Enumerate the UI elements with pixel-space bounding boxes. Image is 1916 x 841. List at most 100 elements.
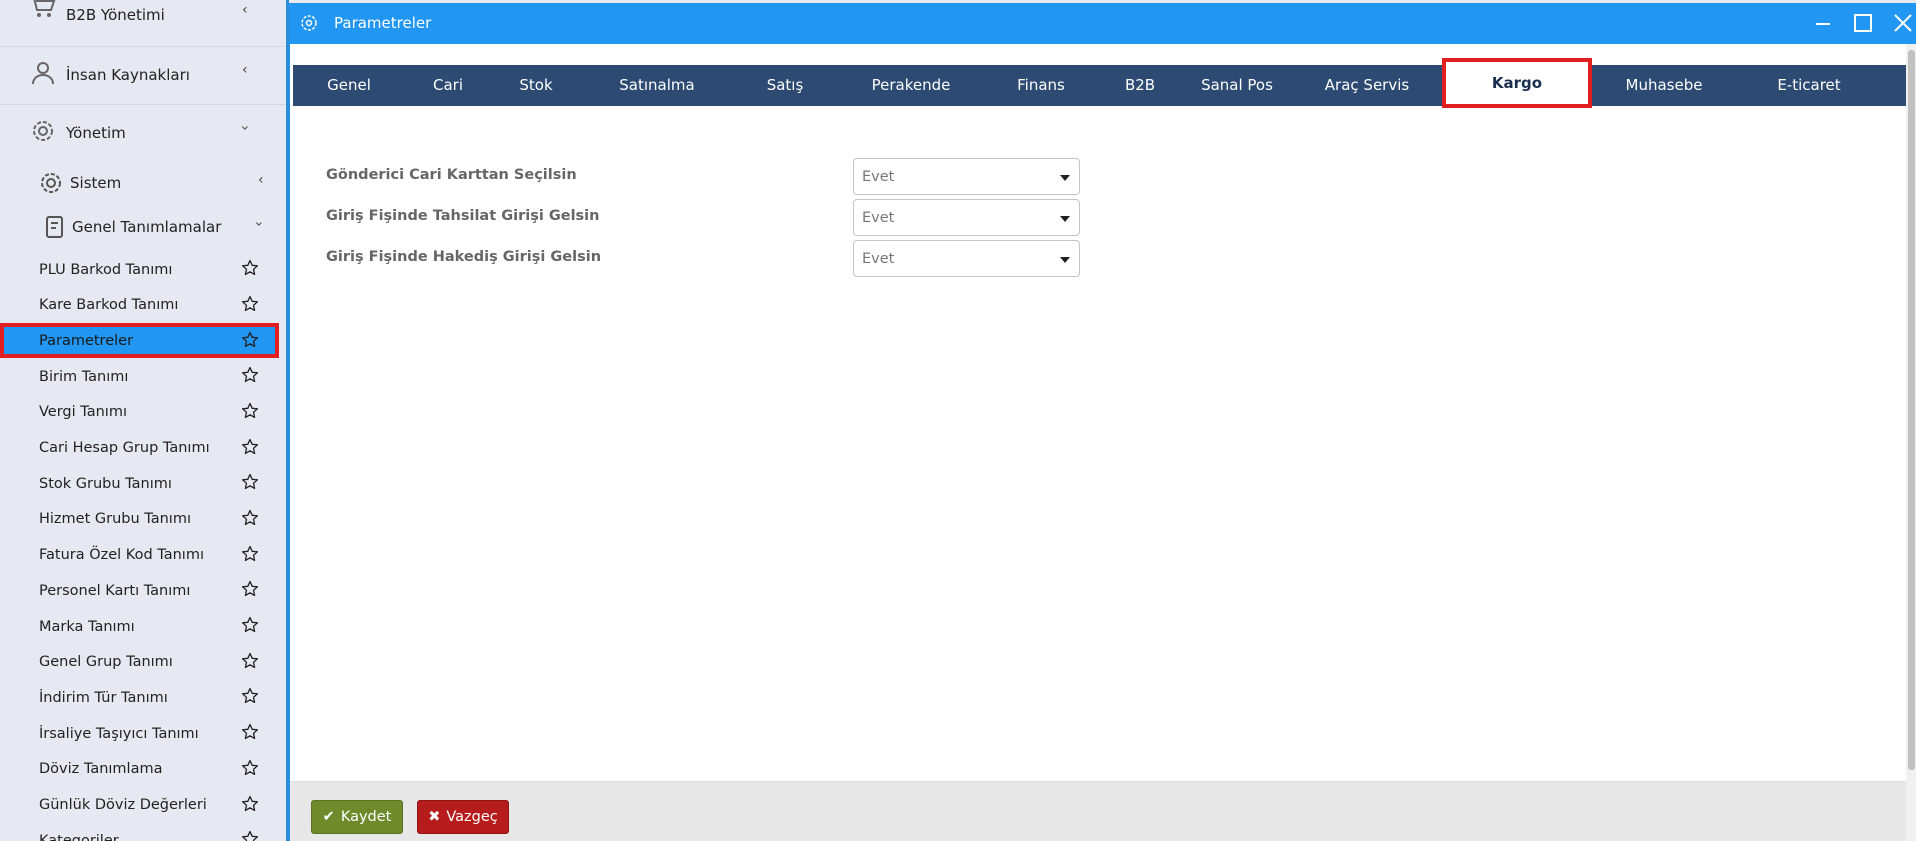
chevron-left-icon: ‹	[258, 172, 264, 188]
sidebar-list-item-label: Personel Kartı Tanımı	[39, 582, 191, 599]
select-value: Evet	[862, 251, 895, 267]
sidebar-item-label: B2B Yönetimi	[66, 6, 165, 24]
gear-icon	[41, 173, 61, 193]
form-row-hakedis-girisi: Giriş Fişinde Hakediş Girişi Gelsin Evet	[326, 240, 1126, 277]
star-icon[interactable]	[241, 687, 259, 705]
tab-cari[interactable]: Cari	[405, 65, 491, 106]
sidebar-list-item[interactable]: Cari Hesap Grup Tanımı	[0, 431, 286, 466]
minimize-icon[interactable]	[1812, 12, 1834, 34]
sidebar-item-label: İnsan Kaynakları	[66, 66, 190, 84]
star-icon[interactable]	[241, 652, 259, 670]
tab-sanal-pos[interactable]: Sanal Pos	[1183, 65, 1291, 106]
window-title: Parametreler	[334, 14, 432, 32]
sidebar-list-item-label: Günlük Döviz Değerleri	[39, 797, 207, 813]
window-footer: ✔ Kaydet ✖ Vazgeç	[290, 781, 1906, 841]
chevron-left-icon: ‹	[242, 2, 248, 18]
sidebar-list-item[interactable]: Genel Grup Tanımı	[0, 645, 286, 680]
sidebar-list-item[interactable]: Hizmet Grubu Tanımı	[0, 502, 286, 537]
sidebar-list-item[interactable]: İndirim Tür Tanımı	[0, 680, 286, 715]
sidebar-list-item-label: Birim Tanımı	[39, 368, 129, 385]
cart-icon	[33, 0, 56, 17]
save-button[interactable]: ✔ Kaydet	[311, 800, 403, 834]
sidebar-item-b2b-yonetimi[interactable]: B2B Yönetimi ‹	[0, 0, 286, 30]
tab-finans[interactable]: Finans	[985, 65, 1097, 106]
sidebar-list-item-label: Kategoriler	[39, 832, 119, 841]
star-icon[interactable]	[241, 438, 259, 456]
sidebar-list-item[interactable]: Fatura Özel Kod Tanımı	[0, 538, 286, 573]
star-icon[interactable]	[241, 259, 259, 277]
star-icon[interactable]	[241, 795, 259, 813]
cancel-button-label: Vazgeç	[446, 809, 498, 825]
sidebar-item-label: Genel Tanımlamalar	[72, 218, 222, 236]
tab-muhasebe[interactable]: Muhasebe	[1594, 65, 1734, 106]
sidebar-list-item[interactable]: Personel Kartı Tanımı	[0, 573, 286, 608]
sidebar-list-item[interactable]: Marka Tanımı	[0, 609, 286, 644]
gear-icon	[301, 15, 317, 31]
sidebar-list-item-label: Döviz Tanımlama	[39, 761, 163, 778]
tab-genel[interactable]: Genel	[293, 65, 405, 106]
sidebar-list-item-label: Cari Hesap Grup Tanımı	[39, 440, 210, 456]
sidebar-item-sistem[interactable]: Sistem ‹	[0, 170, 286, 200]
tab-b2b[interactable]: B2B	[1097, 65, 1183, 106]
gonderici-cari-select[interactable]: Evet	[853, 158, 1080, 195]
sidebar-item-insan-kaynaklari[interactable]: İnsan Kaynakları ‹	[0, 60, 286, 90]
sidebar-item-genel-tanimlamalar[interactable]: Genel Tanımlamalar ‹	[0, 214, 286, 244]
sidebar-list-item-label: Fatura Özel Kod Tanımı	[39, 547, 204, 564]
sidebar-list-item-label: Stok Grubu Tanımı	[39, 475, 172, 492]
sidebar-list-item[interactable]: Günlük Döviz Değerleri	[0, 788, 286, 823]
sidebar-item-label: Yönetim	[66, 124, 126, 142]
star-icon[interactable]	[241, 509, 259, 527]
sidebar-list-item[interactable]: PLU Barkod Tanımı	[0, 252, 286, 287]
field-label: Giriş Fişinde Hakediş Girişi Gelsin	[326, 249, 602, 265]
tab-e-ticaret[interactable]: E-ticaret	[1734, 65, 1884, 106]
star-icon[interactable]	[241, 830, 259, 841]
hakedis-girisi-select[interactable]: Evet	[853, 240, 1080, 277]
tab-arac-servis[interactable]: Araç Servis	[1291, 65, 1443, 106]
caret-down-icon	[1060, 257, 1070, 263]
form-row-gonderici-cari: Gönderici Cari Karttan Seçilsin Evet	[326, 158, 1126, 195]
sidebar-list-item[interactable]: Stok Grubu Tanımı	[0, 466, 286, 501]
chevron-down-icon: ‹	[250, 221, 267, 227]
field-label: Gönderici Cari Karttan Seçilsin	[326, 167, 577, 183]
star-icon[interactable]	[241, 616, 259, 634]
star-icon[interactable]	[241, 723, 259, 741]
sidebar-list-item-label: Marka Tanımı	[39, 618, 135, 635]
star-icon[interactable]	[241, 402, 259, 420]
star-icon[interactable]	[241, 331, 259, 349]
chevron-left-icon: ‹	[242, 62, 248, 78]
star-icon[interactable]	[241, 473, 259, 491]
cancel-button[interactable]: ✖ Vazgeç	[417, 800, 509, 834]
star-icon[interactable]	[241, 759, 259, 777]
sidebar-list-item[interactable]: Birim Tanımı	[0, 359, 286, 394]
caret-down-icon	[1060, 175, 1070, 181]
sidebar-list-item[interactable]: Vergi Tanımı	[0, 395, 286, 430]
sidebar-list-item-label: Parametreler	[39, 332, 134, 349]
sidebar-item-yonetim[interactable]: Yönetim ‹	[0, 118, 286, 148]
sidebar-list-item[interactable]: Parametreler	[0, 323, 279, 359]
star-icon[interactable]	[241, 366, 259, 384]
tab-stok[interactable]: Stok	[491, 65, 581, 106]
window-titlebar: Parametreler	[290, 3, 1916, 44]
sidebar-list-item[interactable]: Kategoriler	[0, 823, 286, 841]
tab-kargo[interactable]: Kargo	[1442, 58, 1592, 108]
sidebar-list-item[interactable]: Döviz Tanımlama	[0, 752, 286, 787]
caret-down-icon	[1060, 216, 1070, 222]
people-icon	[32, 62, 54, 85]
sidebar-list-item[interactable]: Kare Barkod Tanımı	[0, 288, 286, 323]
star-icon[interactable]	[241, 545, 259, 563]
tab-satis[interactable]: Satış	[733, 65, 837, 106]
star-icon[interactable]	[241, 580, 259, 598]
tab-bar: Genel Cari Stok Satınalma Satış Perakend…	[293, 58, 1907, 108]
close-icon[interactable]	[1892, 12, 1914, 34]
tab-satinalma[interactable]: Satınalma	[581, 65, 733, 106]
x-icon: ✖	[428, 809, 441, 825]
sidebar-list-item[interactable]: İrsaliye Taşıyıcı Tanımı	[0, 716, 286, 751]
form-row-tahsilat-girisi: Giriş Fişinde Tahsilat Girişi Gelsin Eve…	[326, 199, 1126, 236]
sidebar: B2B Yönetimi ‹ İnsan Kaynakları ‹ Yöneti…	[0, 0, 289, 841]
tahsilat-girisi-select[interactable]: Evet	[853, 199, 1080, 236]
star-icon[interactable]	[241, 295, 259, 313]
tab-perakende[interactable]: Perakende	[837, 65, 985, 106]
maximize-icon[interactable]	[1852, 12, 1874, 34]
vertical-scrollbar[interactable]	[1906, 44, 1916, 841]
scrollbar-thumb[interactable]	[1908, 50, 1915, 770]
